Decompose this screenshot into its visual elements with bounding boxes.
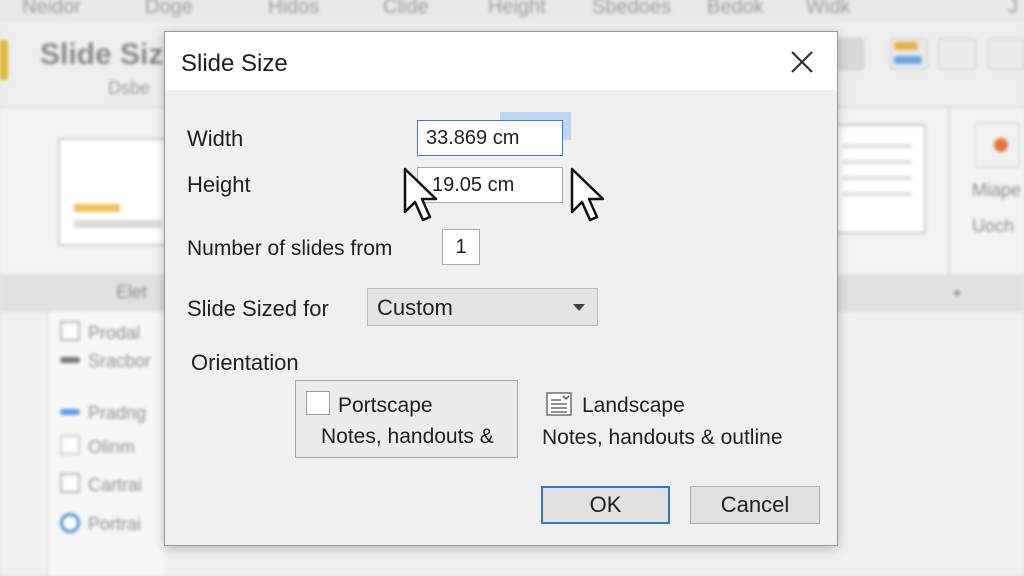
pill-icon	[60, 409, 80, 415]
portrait-label: Portscape	[338, 394, 433, 417]
thumbnail-bar	[842, 176, 912, 180]
thumbnail-bar	[74, 204, 120, 212]
menu-item[interactable]: Doge	[145, 0, 193, 19]
radio-icon	[60, 513, 80, 533]
menu-item[interactable]: Hidos	[268, 0, 319, 19]
ribbon-icon	[988, 38, 1024, 70]
list-item[interactable]: Cartrai	[60, 473, 142, 496]
side-text: Uoch	[972, 216, 1015, 236]
mouse-pointer-icon	[570, 167, 605, 222]
dot-icon	[954, 290, 960, 296]
ribbon-icon	[838, 38, 864, 70]
slides-number-label: Number of slides from	[187, 237, 393, 260]
orientation-label: Orientation	[191, 350, 299, 375]
checkbox-icon	[306, 391, 330, 415]
landscape-description: Notes, handouts & outline	[542, 426, 783, 449]
sized-for-value: Custom	[377, 295, 453, 320]
thumbnail-bar	[842, 144, 912, 148]
dropdown-caret-icon	[573, 304, 585, 311]
ribbon-group-label: Elet	[116, 282, 148, 302]
menu-item[interactable]: Neidor	[22, 0, 81, 19]
menu-item[interactable]: Clide	[383, 0, 429, 19]
height-label: Height	[187, 172, 251, 197]
ribbon-icon	[0, 40, 8, 80]
list-item[interactable]: Pradng	[60, 403, 146, 424]
ribbon-icon	[938, 38, 976, 70]
thumbnail-bar	[842, 192, 912, 196]
portrait-option[interactable]: Portscape Notes, handouts &	[295, 380, 518, 458]
slide-size-dialog: Slide Size Width Height Number of slides…	[164, 31, 838, 546]
width-label: Width	[187, 126, 244, 151]
ribbon-icon	[894, 42, 918, 50]
menu-bar: Neidor Doge Hidos Clide Height Sbedoes B…	[0, 0, 1024, 22]
checkbox-icon	[60, 321, 80, 341]
list-item[interactable]: Sracbor	[60, 351, 151, 372]
width-input[interactable]	[417, 120, 563, 156]
close-icon	[791, 51, 813, 73]
dialog-titlebar: Slide Size	[165, 32, 837, 90]
sized-for-select[interactable]: Custom	[367, 288, 598, 326]
menu-item[interactable]: Height	[488, 0, 546, 19]
pill-icon	[60, 357, 80, 363]
menu-item[interactable]: Bedok	[707, 0, 764, 19]
landscape-label[interactable]: Landscape	[582, 394, 685, 418]
thumbnail-bar	[842, 160, 912, 164]
cancel-button[interactable]: Cancel	[690, 486, 820, 524]
close-button[interactable]	[783, 46, 819, 78]
dialog-title: Slide Size	[181, 50, 288, 77]
menu-item[interactable]: Widk	[806, 0, 850, 19]
landscape-document-icon[interactable]	[546, 391, 572, 417]
ribbon-subtitle: Dsbe	[108, 78, 151, 98]
checkbox-icon	[60, 473, 80, 493]
list-item[interactable]: Portrai	[60, 513, 141, 535]
media-icon	[994, 138, 1008, 152]
checkbox-icon	[60, 435, 80, 455]
list-item[interactable]: Prodal	[60, 321, 140, 344]
sized-for-label: Slide Sized for	[187, 296, 329, 321]
slides-number-input[interactable]	[442, 229, 480, 265]
ribbon-title: Slide Siz	[40, 38, 164, 71]
thumbnail-bar	[74, 220, 162, 228]
mouse-pointer-icon	[403, 167, 438, 222]
list-item[interactable]: Olinm	[60, 435, 135, 458]
side-text: Miape	[972, 180, 1022, 200]
ribbon-icon	[894, 56, 922, 64]
menu-item[interactable]: Sbedoes	[592, 0, 671, 19]
slide-thumbnail[interactable]	[830, 124, 926, 234]
ok-button[interactable]: OK	[541, 486, 670, 524]
menu-item[interactable]: J	[1008, 0, 1018, 19]
divider	[948, 108, 950, 274]
portrait-description: Notes, handouts &	[321, 425, 494, 448]
